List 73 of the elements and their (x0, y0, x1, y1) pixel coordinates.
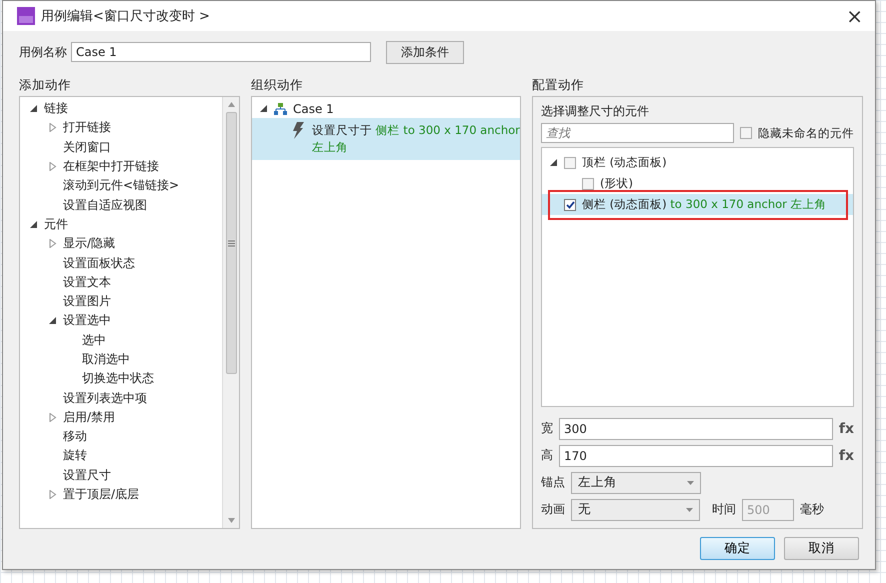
checkbox-label: 隐藏未命名的元件 (758, 126, 854, 140)
action-item[interactable]: 移动 (63, 428, 87, 446)
collapse-arrow-icon[interactable] (49, 316, 57, 326)
formula-button[interactable]: fx (838, 420, 854, 436)
expand-arrow-icon[interactable] (49, 239, 57, 248)
collapse-arrow-icon[interactable] (260, 104, 268, 114)
caret-icon (687, 480, 694, 484)
action-item[interactable]: 链接 (44, 100, 68, 118)
action-item[interactable]: 取消选中 (82, 351, 130, 368)
field-label: 时间 (712, 501, 736, 518)
anchor-dropdown[interactable]: 左上角 (571, 472, 701, 494)
ok-button[interactable]: 确定 (700, 537, 775, 560)
window-title: 用例编辑<窗口尺寸改变时 > (41, 8, 211, 25)
case-tree-icon (274, 102, 287, 115)
widget-item[interactable]: 顶栏 (动态面板) (582, 155, 667, 170)
action-item[interactable]: 选中 (82, 332, 106, 349)
collapse-arrow-icon[interactable] (30, 220, 38, 229)
action-item[interactable]: 设置文本 (63, 274, 111, 291)
action-item[interactable]: 切换选中状态 (82, 370, 154, 388)
animation-dropdown[interactable]: 无 (571, 498, 700, 520)
cancel-button[interactable]: 取消 (784, 537, 859, 560)
search-field[interactable]: 查找 (541, 123, 734, 143)
scroll-down-icon[interactable] (228, 518, 234, 523)
scrollbar[interactable] (222, 97, 239, 528)
field-label: 选择调整尺寸的元件 (541, 102, 650, 120)
field-label: 宽 (541, 420, 553, 437)
add-condition-button[interactable]: 添加条件 (386, 40, 464, 64)
field-label: 高 (541, 447, 553, 464)
scroll-up-icon[interactable] (228, 102, 234, 107)
action-item[interactable]: 打开链接 (63, 119, 111, 136)
lightning-icon (292, 122, 304, 140)
action-item[interactable]: 设置自适应视图 (63, 196, 147, 214)
checkbox[interactable] (564, 198, 576, 210)
action-item[interactable]: 设置列表选中项 (63, 390, 147, 407)
section-heading: 组织动作 (251, 77, 304, 94)
formula-button[interactable]: fx (838, 448, 854, 464)
action-row[interactable]: 设置尺寸于 侧栏 to 300 x 170 anchor 左上角 (252, 118, 520, 160)
section-heading: 配置动作 (532, 77, 585, 94)
checkbox[interactable] (582, 178, 594, 190)
action-item[interactable]: 置于顶层/底层 (63, 486, 140, 504)
widget-item[interactable]: (形状) (600, 176, 633, 191)
case-item[interactable]: Case 1 (293, 102, 334, 116)
expand-arrow-icon[interactable] (49, 162, 57, 172)
unit-label: 毫秒 (800, 501, 824, 518)
expand-arrow-icon[interactable] (49, 412, 57, 422)
action-item[interactable]: 设置面板状态 (63, 254, 135, 272)
section-heading: 添加动作 (19, 77, 72, 94)
case-name-field[interactable]: Case 1 (71, 42, 371, 62)
field-label: 动画 (541, 501, 565, 518)
action-item[interactable]: 设置尺寸 (63, 466, 111, 484)
action-item[interactable]: 在框架中打开链接 (63, 158, 159, 176)
expand-arrow-icon[interactable] (49, 490, 57, 500)
size-field[interactable]: 300 (559, 418, 833, 440)
expand-arrow-icon[interactable] (49, 123, 57, 132)
collapse-arrow-icon[interactable] (30, 104, 38, 114)
caret-icon (686, 508, 693, 512)
action-item[interactable]: 元件 (44, 216, 68, 233)
action-item[interactable]: 启用/禁用 (63, 408, 116, 426)
action-item[interactable]: 设置选中 (63, 312, 111, 330)
close-button[interactable]: × (842, 4, 867, 28)
action-item[interactable]: 关闭窗口 (63, 138, 111, 156)
checkbox[interactable] (740, 127, 752, 139)
collapse-arrow-icon[interactable] (550, 158, 558, 167)
action-item[interactable]: 滚动到元件<锚链接> (63, 177, 180, 194)
field-label: 用例名称 (19, 44, 67, 60)
app-logo-icon (17, 7, 35, 25)
grip-icon (228, 240, 234, 246)
action-item[interactable]: 设置图片 (63, 293, 111, 310)
action-item[interactable]: 显示/隐藏 (63, 235, 116, 252)
checkbox[interactable] (564, 156, 576, 168)
action-item[interactable]: 旋转 (63, 447, 87, 464)
size-field[interactable]: 170 (559, 444, 833, 466)
field-label: 锚点 (541, 474, 565, 491)
